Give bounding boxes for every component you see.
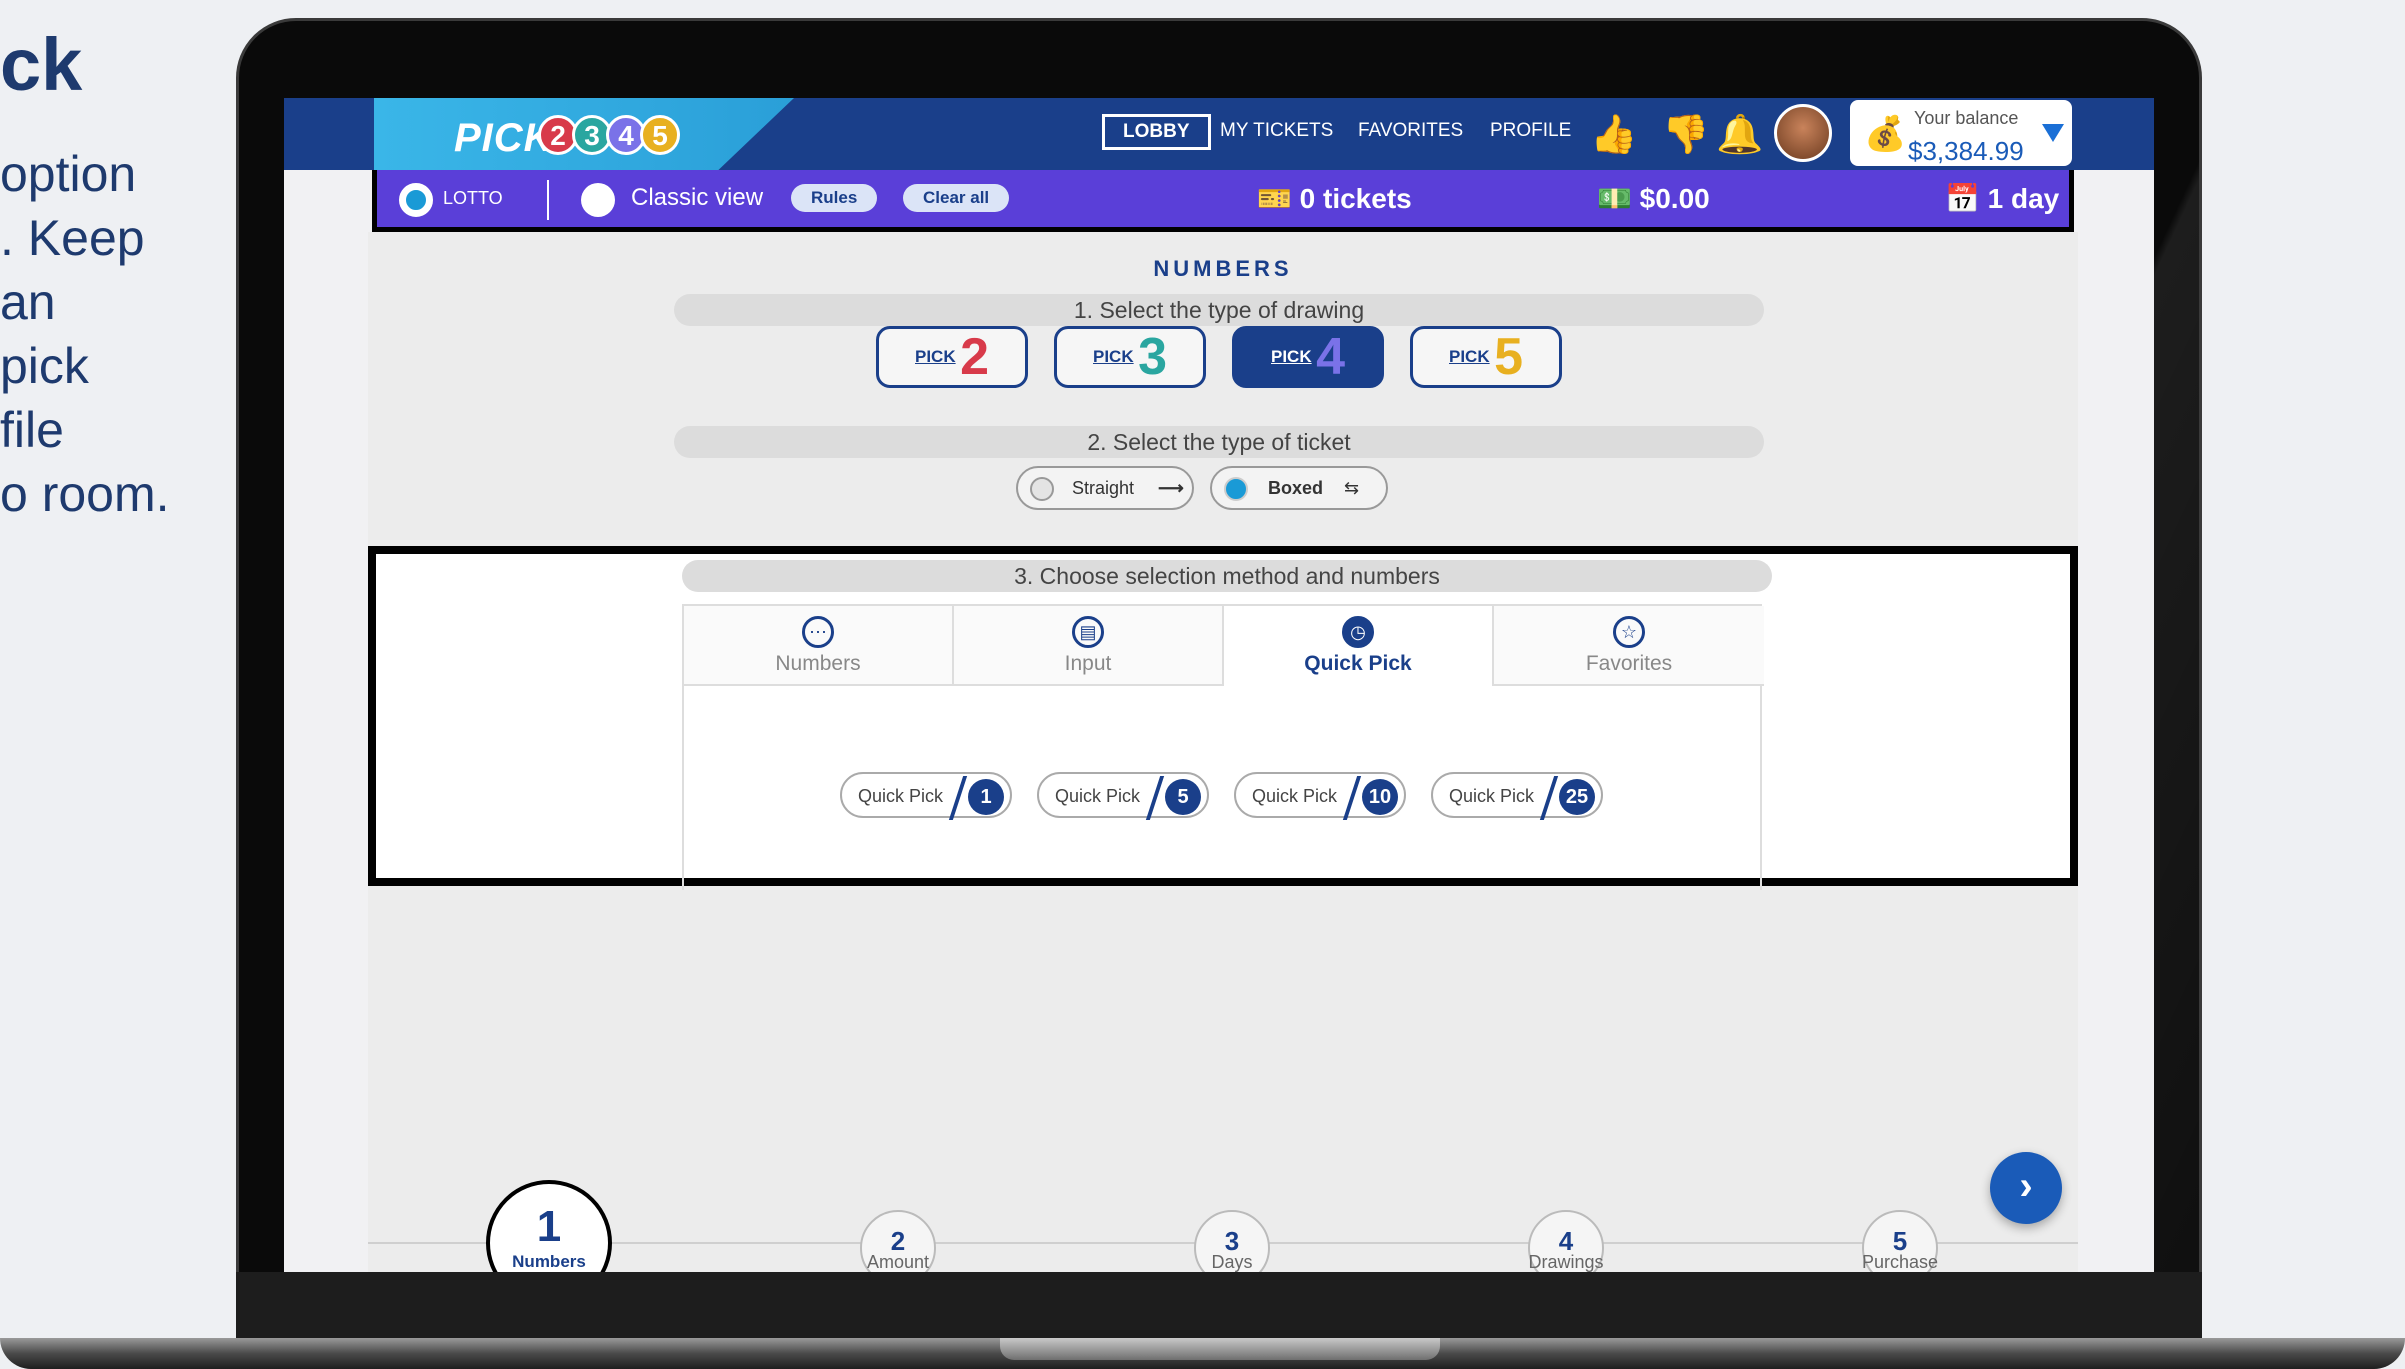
tab-input[interactable]: ▤ Input bbox=[954, 606, 1224, 686]
nav-profile[interactable]: PROFILE bbox=[1490, 120, 1571, 142]
next-button[interactable]: › bbox=[1990, 1152, 2062, 1224]
slide-body-line: option bbox=[0, 146, 137, 202]
laptop-chin bbox=[236, 1272, 2202, 1338]
ticket-amount-value: $0.00 bbox=[1639, 183, 1710, 214]
straight-option[interactable]: Straight ⟶ bbox=[1016, 466, 1194, 510]
classic-view-label: Classic view bbox=[631, 184, 764, 211]
tab-label: Quick Pick bbox=[1304, 652, 1412, 675]
slide-body-line: file bbox=[0, 402, 64, 458]
straight-label: Straight bbox=[1072, 478, 1135, 498]
tab-favorites[interactable]: ☆ Favorites bbox=[1494, 606, 1764, 686]
pick-number: 5 bbox=[1494, 328, 1523, 386]
tab-quick-pick[interactable]: ◷ Quick Pick bbox=[1224, 606, 1494, 686]
lotto-label: LOTTO bbox=[443, 188, 503, 208]
app-header: PICK 2 3 4 5 LOBBY MY TICKETS FAVORITES … bbox=[284, 98, 2154, 170]
quick-pick-count: 25 bbox=[1559, 779, 1595, 815]
pick-label: PICK bbox=[1449, 347, 1490, 366]
quick-pick-count: 10 bbox=[1362, 779, 1398, 815]
step-label: Numbers bbox=[512, 1252, 586, 1271]
boxed-option[interactable]: Boxed ⇆ bbox=[1210, 466, 1388, 510]
selection-method-panel: 3. Choose selection method and numbers ⋯… bbox=[368, 546, 2078, 890]
balance-dropdown[interactable]: 💰 Your balance $3,384.99 bbox=[1850, 100, 2072, 166]
step3-header: 3. Choose selection method and numbers bbox=[682, 560, 1772, 592]
pick-label: PICK bbox=[915, 347, 956, 366]
slide-body-line: an bbox=[0, 274, 56, 330]
step-label: Amount bbox=[866, 1252, 930, 1272]
star-icon: ☆ bbox=[1613, 616, 1645, 648]
slide-body-line: pick bbox=[0, 338, 89, 394]
nav-lobby[interactable]: LOBBY bbox=[1102, 114, 1211, 150]
clock-icon: ◷ bbox=[1342, 616, 1374, 648]
section-title: NUMBERS bbox=[1153, 256, 1293, 281]
thumbs-up-icon[interactable]: 👍 bbox=[1590, 112, 1637, 158]
game-toolbar: LOTTO Classic view Rules Clear all 🎫 0 t… bbox=[372, 170, 2074, 232]
pick-label: PICK bbox=[1093, 347, 1134, 366]
days-count-value: 1 day bbox=[1987, 183, 2060, 214]
boxed-label: Boxed bbox=[1268, 478, 1324, 498]
straight-radio[interactable] bbox=[1030, 477, 1054, 501]
rules-button[interactable]: Rules bbox=[791, 184, 878, 212]
quick-pick-count: 5 bbox=[1165, 779, 1201, 815]
logo-ball: 5 bbox=[640, 115, 680, 155]
clear-all-button[interactable]: Clear all bbox=[903, 184, 1010, 212]
step-number: 1 bbox=[536, 1202, 562, 1251]
nav-my-tickets[interactable]: MY TICKETS bbox=[1220, 120, 1333, 142]
quick-pick-count: 1 bbox=[968, 779, 1004, 815]
draw-pick3-button[interactable]: PICK 3 bbox=[1054, 326, 1206, 388]
calculator-icon: ▤ bbox=[1072, 616, 1104, 648]
balls-icon: ⋯ bbox=[802, 616, 834, 648]
balance-label: Your balance bbox=[1914, 108, 2019, 128]
ticket-amount: 💵 $0.00 bbox=[1597, 183, 1710, 214]
avatar[interactable] bbox=[1774, 104, 1832, 162]
selection-tabs: ⋯ Numbers ▤ Input ◷ Quick Pick ☆ Favorit… bbox=[682, 604, 1764, 890]
tab-label: Input bbox=[1064, 652, 1112, 675]
shuffle-icon: ⇆ bbox=[1344, 478, 1360, 498]
money-bag-icon: 💰 bbox=[1864, 115, 1907, 153]
nav-favorites[interactable]: FAVORITES bbox=[1358, 120, 1463, 142]
quick-pick-5-button[interactable]: Quick Pick 5 bbox=[1037, 772, 1209, 820]
pick-number: 3 bbox=[1138, 328, 1167, 386]
divider bbox=[547, 180, 549, 220]
chevron-right-icon: › bbox=[2019, 1164, 2033, 1208]
tickets-count-value: 0 tickets bbox=[1299, 183, 1412, 214]
quick-pick-label: Quick Pick bbox=[858, 786, 944, 806]
draw-pick5-button[interactable]: PICK 5 bbox=[1410, 326, 1562, 388]
draw-pick4-button[interactable]: PICK 4 bbox=[1232, 326, 1384, 388]
days-count: 📅 1 day bbox=[1945, 183, 2060, 214]
step1-header: 1. Select the type of drawing bbox=[674, 294, 1764, 326]
tab-label: Favorites bbox=[1585, 652, 1673, 675]
tab-label: Numbers bbox=[775, 652, 861, 675]
step-label: Drawings bbox=[1528, 1252, 1604, 1272]
lotto-view-radio[interactable] bbox=[399, 183, 433, 217]
classic-view-radio[interactable] bbox=[581, 183, 615, 217]
step2-header: 2. Select the type of ticket bbox=[674, 426, 1764, 458]
step-label: Days bbox=[1211, 1252, 1253, 1272]
quick-pick-25-button[interactable]: Quick Pick 25 bbox=[1431, 772, 1603, 820]
slide-body: option . Keep an pick file o room. bbox=[0, 142, 240, 526]
tab-numbers[interactable]: ⋯ Numbers bbox=[684, 606, 954, 686]
laptop-base bbox=[0, 1338, 2405, 1369]
slide-body-line: o room. bbox=[0, 466, 170, 522]
thumbs-down-icon[interactable]: 👎 bbox=[1662, 112, 1709, 158]
quick-pick-1-button[interactable]: Quick Pick 1 bbox=[840, 772, 1012, 820]
boxed-radio[interactable] bbox=[1224, 477, 1248, 501]
slide-title: ck bbox=[0, 23, 83, 106]
quick-pick-label: Quick Pick bbox=[1449, 786, 1535, 806]
slide-body-line: . Keep bbox=[0, 210, 145, 266]
quick-pick-10-button[interactable]: Quick Pick 10 bbox=[1234, 772, 1406, 820]
bell-icon[interactable]: 🔔 bbox=[1716, 112, 1763, 158]
chevron-down-icon[interactable] bbox=[2042, 124, 2064, 142]
quick-pick-label: Quick Pick bbox=[1252, 786, 1338, 806]
tickets-count: 🎫 0 tickets bbox=[1257, 183, 1412, 214]
balance-value: $3,384.99 bbox=[1908, 136, 2024, 166]
draw-pick2-button[interactable]: PICK 2 bbox=[876, 326, 1028, 388]
app-screen: PICK 2 3 4 5 LOBBY MY TICKETS FAVORITES … bbox=[284, 98, 2154, 1272]
pick-label: PICK bbox=[1271, 347, 1312, 366]
step-label: Purchase bbox=[1861, 1252, 1939, 1272]
quick-pick-label: Quick Pick bbox=[1055, 786, 1141, 806]
arrow-right-icon: ⟶ bbox=[1158, 478, 1184, 498]
pick-number: 2 bbox=[960, 328, 989, 386]
pick-number: 4 bbox=[1316, 328, 1345, 386]
